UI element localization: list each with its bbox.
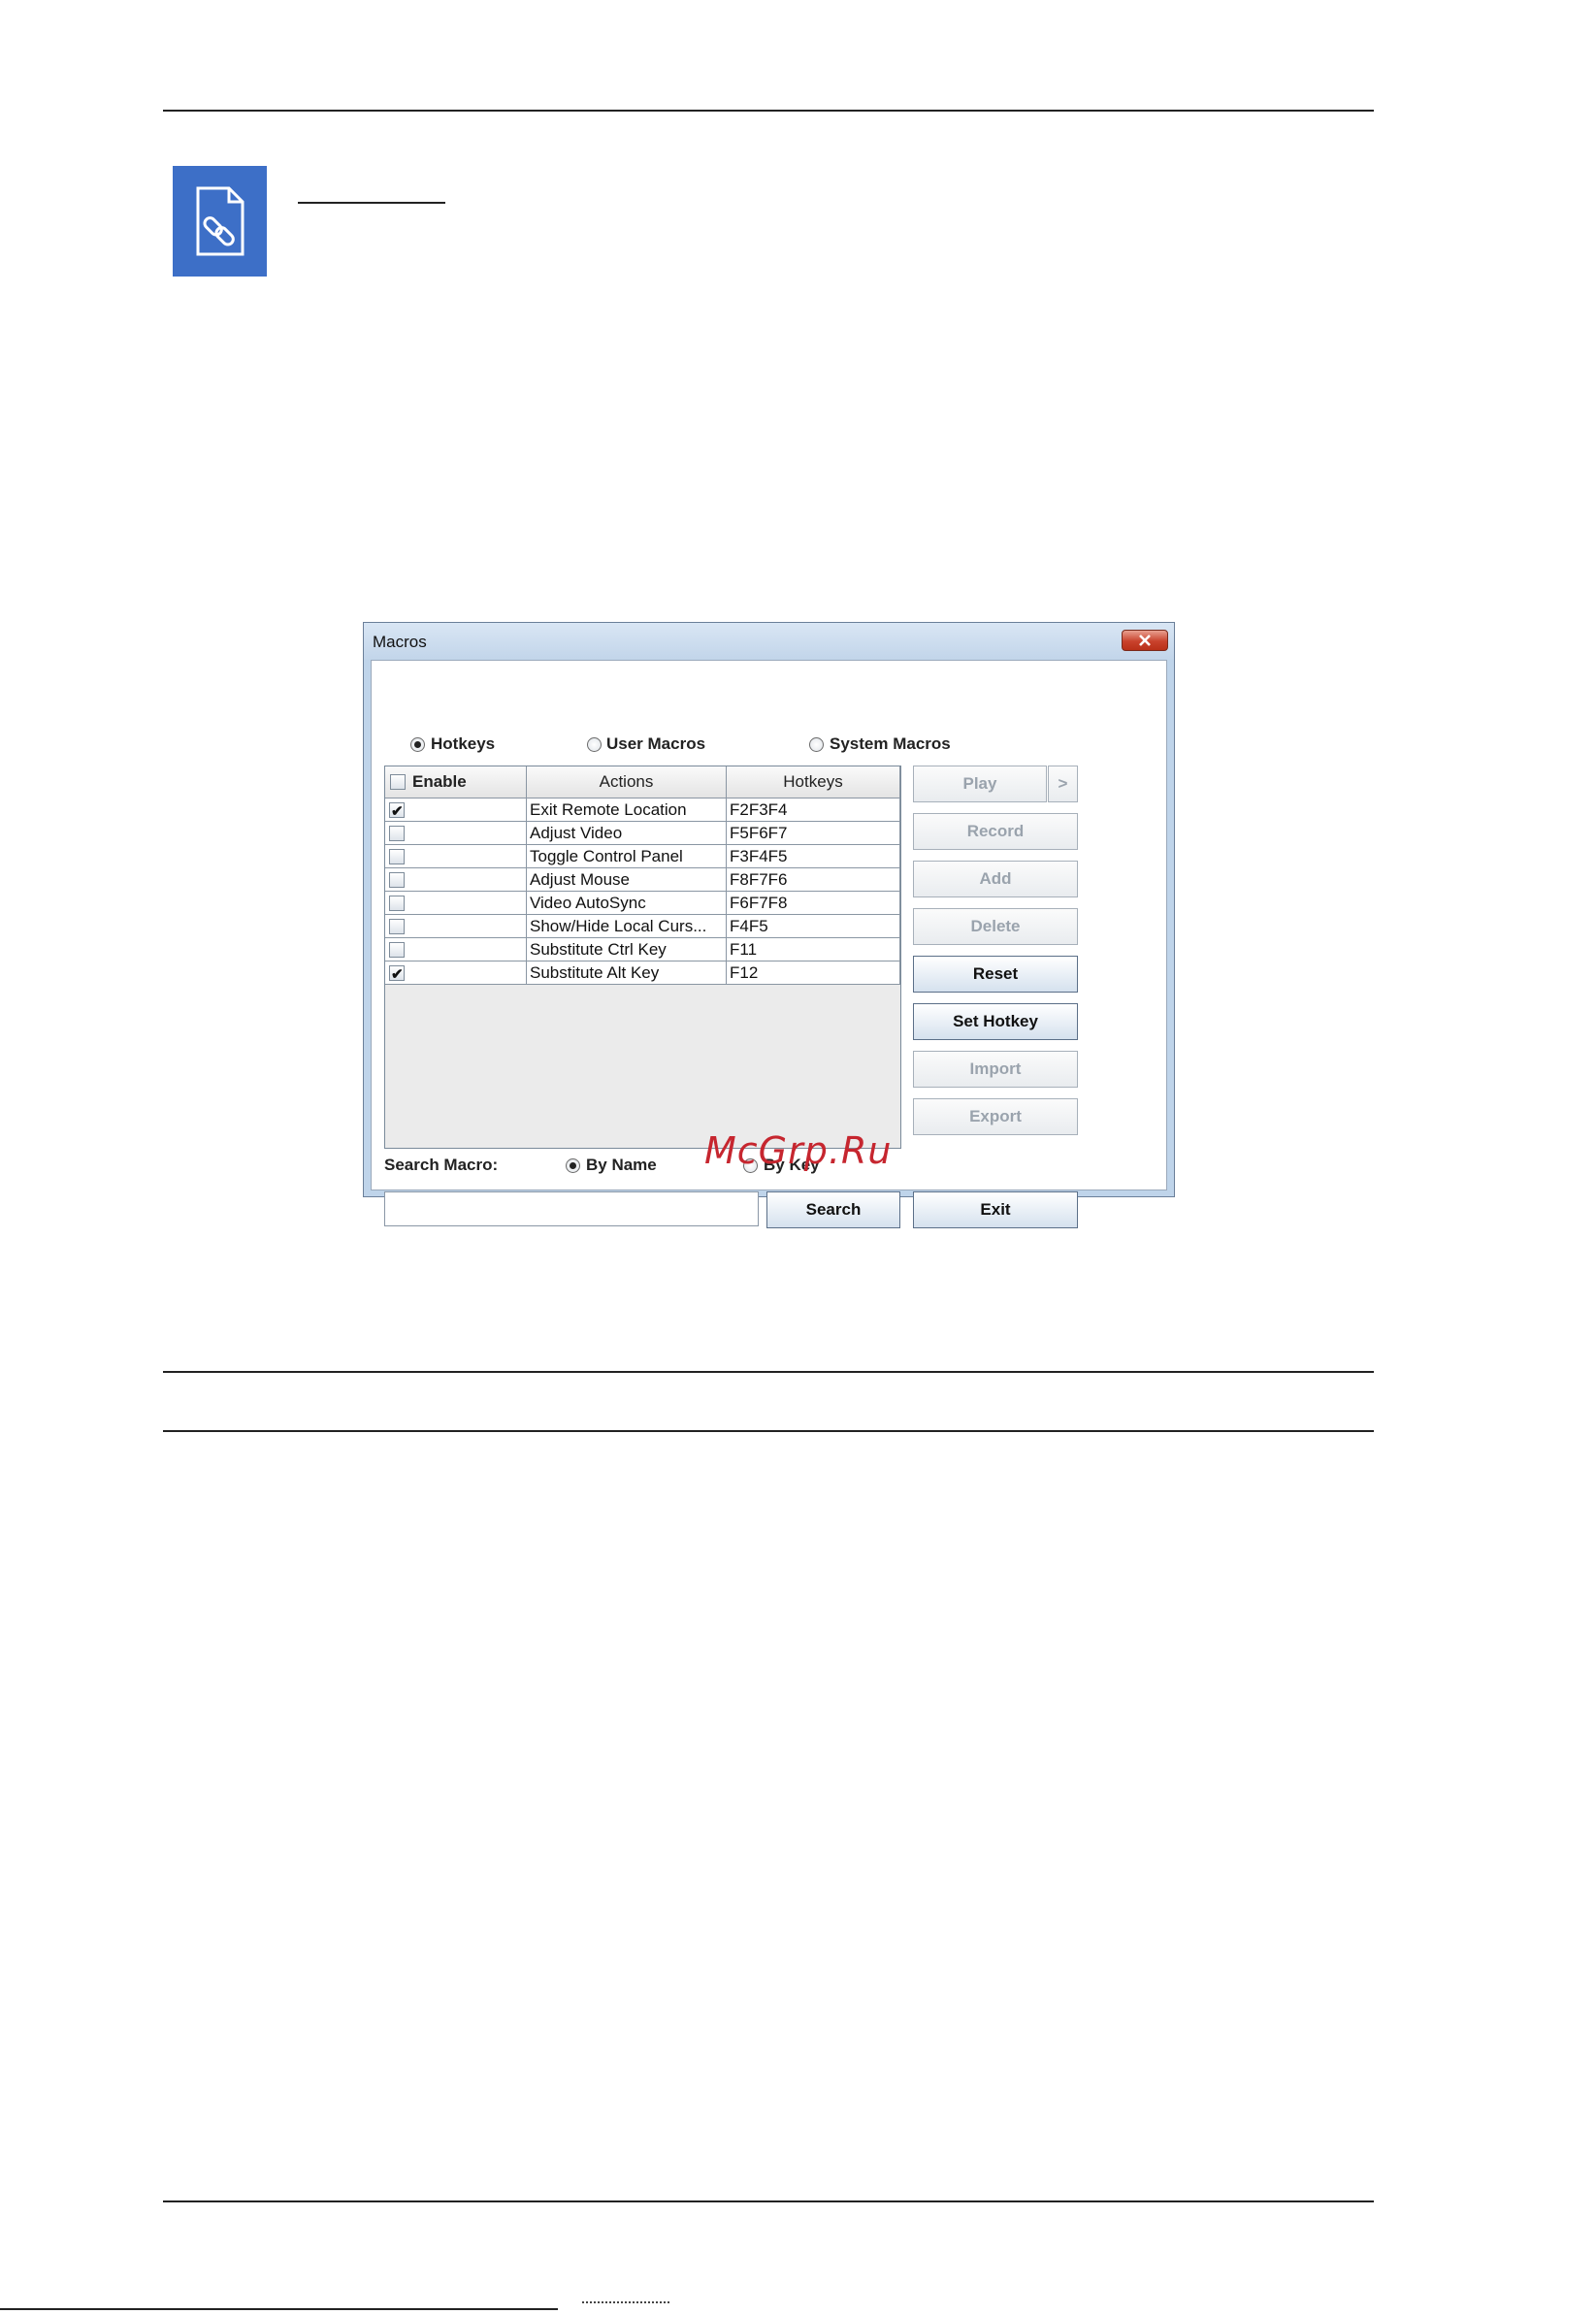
hotkeys-radio-label[interactable]: Hotkeys xyxy=(431,734,495,754)
page-bottom-dots xyxy=(582,2301,669,2311)
section-rule-bottom xyxy=(163,1430,1374,1432)
hotkeys-column-header[interactable]: Hotkeys xyxy=(727,766,900,798)
action-cell: Toggle Control Panel xyxy=(527,845,727,868)
import-button[interactable]: Import xyxy=(913,1051,1078,1088)
section-rule-top xyxy=(163,1371,1374,1373)
enable-checkbox[interactable] xyxy=(389,942,405,958)
enable-header-label: Enable xyxy=(412,772,467,791)
action-cell: Substitute Ctrl Key xyxy=(527,938,727,961)
system-macros-radio[interactable] xyxy=(809,737,824,752)
table-row[interactable]: ✔ Substitute Alt Key F12 xyxy=(385,961,900,985)
macros-dialog: Macros Hotkeys User Macros System Macros… xyxy=(363,622,1175,1228)
enable-cell xyxy=(385,915,527,938)
macro-table[interactable]: Enable Actions Hotkeys ✔ Exit Remote Loc… xyxy=(384,766,901,1149)
search-input[interactable] xyxy=(384,1191,759,1226)
enable-cell: ✔ xyxy=(385,798,527,822)
checkmark-icon: ✔ xyxy=(391,803,404,820)
enable-checkbox[interactable] xyxy=(389,919,405,934)
enable-checkbox[interactable] xyxy=(389,872,405,888)
system-macros-radio-label[interactable]: System Macros xyxy=(830,734,951,754)
hotkey-cell: F8F7F6 xyxy=(727,868,900,892)
by-name-radio-label[interactable]: By Name xyxy=(586,1156,657,1175)
hotkey-cell: F5F6F7 xyxy=(727,822,900,845)
exit-button[interactable]: Exit xyxy=(913,1191,1078,1228)
header-rule xyxy=(163,110,1374,112)
table-row[interactable]: Toggle Control Panel F3F4F5 xyxy=(385,845,900,868)
search-macro-label: Search Macro: xyxy=(384,1156,499,1174)
page-bottom-line xyxy=(0,2308,558,2310)
enable-checkbox[interactable] xyxy=(389,849,405,864)
enable-checkbox[interactable]: ✔ xyxy=(389,965,405,983)
action-cell: Show/Hide Local Curs... xyxy=(527,915,727,938)
enable-cell: ✔ xyxy=(385,961,527,985)
table-header: Enable Actions Hotkeys xyxy=(385,766,900,798)
export-button[interactable]: Export xyxy=(913,1098,1078,1135)
hotkeys-radio[interactable] xyxy=(410,737,425,752)
action-cell: Exit Remote Location xyxy=(527,798,727,822)
user-macros-radio-label[interactable]: User Macros xyxy=(606,734,705,754)
table-row[interactable]: Adjust Video F5F6F7 xyxy=(385,822,900,845)
title-underline xyxy=(298,202,445,204)
record-button[interactable]: Record xyxy=(913,813,1078,850)
enable-cell xyxy=(385,868,527,892)
reset-button[interactable]: Reset xyxy=(913,956,1078,993)
action-cell: Substitute Alt Key xyxy=(527,961,727,985)
actions-column-header[interactable]: Actions xyxy=(527,766,727,798)
table-row[interactable]: Show/Hide Local Curs... F4F5 xyxy=(385,915,900,938)
table-row[interactable]: ✔ Exit Remote Location F2F3F4 xyxy=(385,798,900,822)
hotkey-cell: F12 xyxy=(727,961,900,985)
hotkey-cell: F11 xyxy=(727,938,900,961)
table-row[interactable]: Adjust Mouse F8F7F6 xyxy=(385,868,900,892)
linked-document-icon xyxy=(173,166,267,277)
play-options-button[interactable]: > xyxy=(1048,766,1078,802)
checkmark-icon: ✔ xyxy=(391,966,404,983)
action-cell: Video AutoSync xyxy=(527,892,727,915)
close-icon xyxy=(1139,635,1151,646)
enable-checkbox[interactable] xyxy=(389,826,405,841)
hotkey-cell: F3F4F5 xyxy=(727,845,900,868)
enable-cell xyxy=(385,822,527,845)
by-name-radio[interactable] xyxy=(566,1158,580,1173)
add-button[interactable]: Add xyxy=(913,861,1078,897)
enable-cell xyxy=(385,892,527,915)
hotkey-cell: F2F3F4 xyxy=(727,798,900,822)
table-row[interactable]: Substitute Ctrl Key F11 xyxy=(385,938,900,961)
user-macros-radio[interactable] xyxy=(587,737,602,752)
delete-button[interactable]: Delete xyxy=(913,908,1078,945)
table-row[interactable]: Video AutoSync F6F7F8 xyxy=(385,892,900,915)
enable-column-header[interactable]: Enable xyxy=(385,766,527,798)
play-button[interactable]: Play xyxy=(913,766,1047,802)
dialog-titlebar[interactable]: Macros xyxy=(364,623,1174,660)
enable-cell xyxy=(385,845,527,868)
search-button[interactable]: Search xyxy=(766,1191,900,1228)
action-cell: Adjust Video xyxy=(527,822,727,845)
footer-rule xyxy=(163,2200,1374,2202)
watermark-text: McGrp.Ru xyxy=(704,1129,893,1172)
hotkey-cell: F6F7F8 xyxy=(727,892,900,915)
enable-cell xyxy=(385,938,527,961)
action-cell: Adjust Mouse xyxy=(527,868,727,892)
close-button[interactable] xyxy=(1122,630,1168,651)
hotkey-cell: F4F5 xyxy=(727,915,900,938)
dialog-title: Macros xyxy=(373,633,427,651)
set-hotkey-button[interactable]: Set Hotkey xyxy=(913,1003,1078,1040)
enable-checkbox[interactable]: ✔ xyxy=(389,802,405,820)
dialog-client: Hotkeys User Macros System Macros Enable… xyxy=(371,660,1167,1228)
enable-all-checkbox[interactable] xyxy=(390,774,406,790)
enable-checkbox[interactable] xyxy=(389,896,405,911)
